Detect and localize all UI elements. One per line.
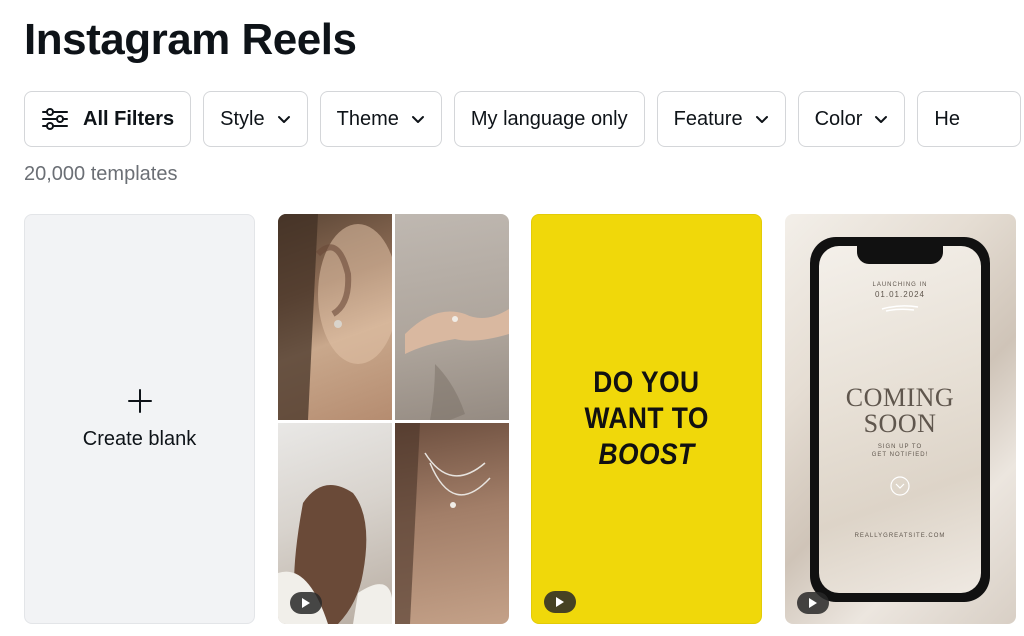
more-filter-label: He xyxy=(934,107,960,130)
launching-label: LAUNCHING IN xyxy=(872,282,928,288)
sliders-icon xyxy=(42,108,68,130)
collage-photo-necklace xyxy=(395,423,509,624)
sign-up-text: SIGN UP TO xyxy=(877,444,923,450)
video-badge xyxy=(290,592,322,614)
style-filter-dropdown[interactable]: Style xyxy=(203,91,308,147)
website-text: REALLYGREATSITE.COM xyxy=(854,533,946,539)
launch-date: 01.01.2024 xyxy=(874,290,926,299)
all-filters-button[interactable]: All Filters xyxy=(24,91,192,147)
create-blank-card[interactable]: Create blank xyxy=(24,214,255,624)
feature-filter-dropdown[interactable]: Feature xyxy=(656,91,786,147)
filter-bar: All Filters Style Theme My language only… xyxy=(24,91,1021,147)
phone-screen: LAUNCHING IN 01.01.2024 COMING SOON SIGN… xyxy=(819,246,981,593)
chevron-down-icon xyxy=(277,116,290,123)
chevron-down-icon xyxy=(411,116,424,123)
style-filter-label: Style xyxy=(220,107,265,130)
video-badge xyxy=(544,591,576,613)
create-blank-label: Create blank xyxy=(82,427,197,450)
notified-text: GET NOTIFIED! xyxy=(871,452,929,458)
play-icon xyxy=(809,598,817,608)
template-count: 20,000 templates xyxy=(24,163,178,185)
more-filter-dropdown[interactable]: He xyxy=(917,91,1021,147)
coming-heading: COMING xyxy=(845,383,955,412)
collage-photo-hands xyxy=(395,214,509,420)
language-filter-toggle[interactable]: My language only xyxy=(453,91,645,147)
boost-line-3: BOOST xyxy=(598,438,695,471)
chevron-down-icon xyxy=(875,116,888,123)
video-badge xyxy=(797,592,829,614)
feature-filter-label: Feature xyxy=(673,107,743,130)
chevron-circle-icon xyxy=(890,476,910,496)
color-filter-dropdown[interactable]: Color xyxy=(797,91,906,147)
template-card-coming-soon[interactable]: LAUNCHING IN 01.01.2024 COMING SOON SIGN… xyxy=(785,214,1016,624)
templates-page: Instagram Reels All Filters Style Theme … xyxy=(0,0,1024,636)
boost-line-1: DO YOU xyxy=(593,366,700,399)
swoosh-decoration xyxy=(881,305,919,312)
plus-icon xyxy=(127,388,152,413)
collage-photo-ear xyxy=(278,214,392,420)
theme-filter-label: Theme xyxy=(336,107,399,130)
page-title: Instagram Reels xyxy=(24,15,357,64)
play-icon xyxy=(302,598,310,608)
play-icon xyxy=(556,597,564,607)
phone-notch xyxy=(857,246,943,264)
chevron-down-icon xyxy=(755,116,768,123)
all-filters-label: All Filters xyxy=(83,107,175,130)
color-filter-label: Color xyxy=(814,107,863,130)
language-filter-label: My language only xyxy=(470,107,628,130)
theme-filter-dropdown[interactable]: Theme xyxy=(319,91,442,147)
boost-line-2: WANT TO xyxy=(584,402,709,435)
template-card-do-you-want-to-boost[interactable]: DO YOU WANT TO BOOST xyxy=(531,214,762,624)
phone-mockup: LAUNCHING IN 01.01.2024 COMING SOON SIGN… xyxy=(810,237,990,602)
soon-heading: SOON xyxy=(863,409,937,438)
template-card-jewelry-collage[interactable] xyxy=(278,214,509,624)
